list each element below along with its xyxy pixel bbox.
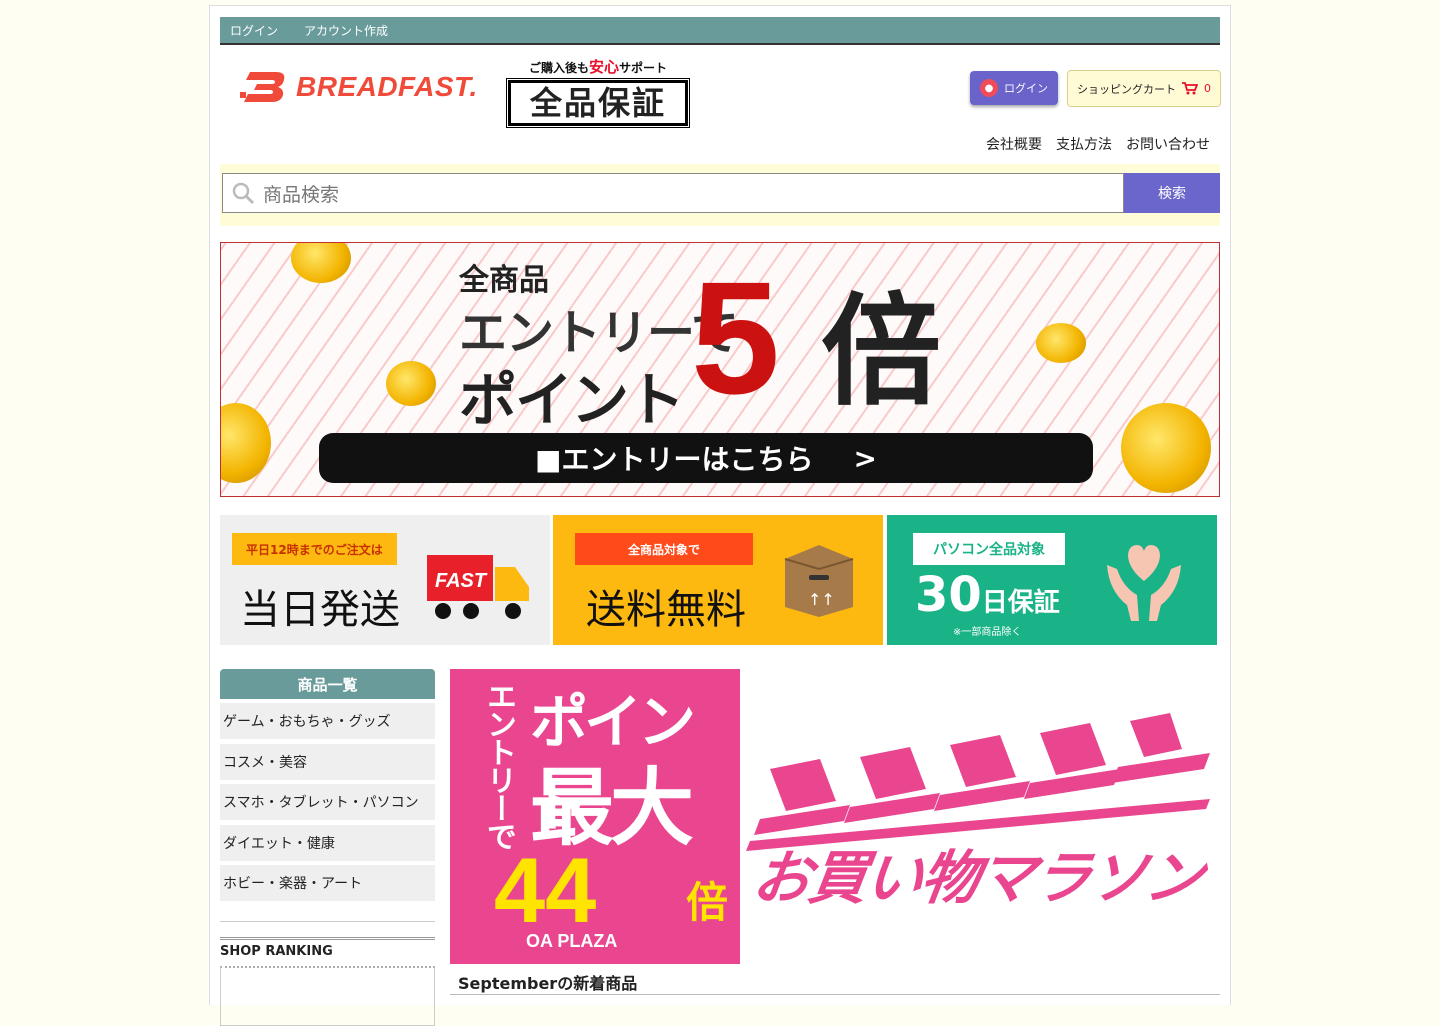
cart-icon [1182,82,1198,95]
support-text: ご購入後も安心サポート [528,58,668,76]
feature-30-day-guarantee[interactable]: パソコン全品対象 30日保証 ※一部商品除く [887,515,1217,645]
ranking-box[interactable] [220,966,435,1026]
feature-tag: 全商品対象で [575,533,753,565]
signup-link[interactable]: アカウント作成 [304,22,388,39]
feature-free-shipping[interactable]: 全商品対象で 送料無料 ↑↑ [553,515,883,645]
logo-text: BREADFAST. [296,71,478,102]
site-logo[interactable]: BREADFAST. [240,70,478,104]
new-arrivals-heading: Septemberの新着商品 [458,974,638,993]
nav-company[interactable]: 会社概要 [986,134,1042,154]
feature-same-day-shipping[interactable]: 平日12時までのご注文は 当日発送 FAST [220,515,550,645]
search-placeholder: 商品検索 [263,183,340,206]
category-heading: 商品一覧 [220,669,435,699]
promo-number: 44 [494,840,597,942]
feature-tag: 平日12時までのご注文は [232,533,397,565]
hero-number: 5 [691,248,780,427]
entry-label: ■エントリーはこちら [535,443,814,476]
lock-icon: ● [980,79,998,97]
guarantee-badge: ご購入後も安心サポート 全品保証 [506,56,690,128]
category-item-devices[interactable]: スマホ・タブレット・パソコン [220,784,435,820]
feature-title: 30日保証 [915,567,1060,623]
login-button[interactable]: ● ログイン [970,71,1058,105]
search-bar: 商品検索 検索 [220,164,1220,226]
category-item-hobby[interactable]: ホビー・楽器・アート [220,865,435,901]
cart-button[interactable]: ショッピングカート 0 [1067,70,1221,107]
category-item-games[interactable]: ゲーム・おもちゃ・グッズ [220,703,435,739]
search-input[interactable]: 商品検索 [222,173,1124,213]
top-bar: ログイン アカウント作成 [220,17,1220,45]
sub-navigation: 会社概要 支払方法 お問い合わせ [986,134,1210,154]
cart-count: 0 [1204,82,1211,95]
heart-hands-icon [1107,545,1181,621]
svg-text:↑↑: ↑↑ [808,590,835,609]
nav-contact[interactable]: お問い合わせ [1126,134,1210,154]
point-promo-banner[interactable]: エントリーで ポイント 最大 44 倍 OA PLAZA [450,669,740,964]
svg-text:FAST: FAST [435,570,488,592]
promo-vertical-text: エントリーで [481,681,516,849]
hero-banner[interactable]: 全商品 エントリーで ポイント 5 倍 ■エントリーはこちら > [220,242,1220,497]
page-container: ログイン アカウント作成 BREADFAST. ご購入後も安心サポート 全品保証… [209,5,1231,1026]
login-button-label: ログイン [1004,82,1048,95]
logo-mark-icon [240,72,285,102]
news-divider [450,994,1220,995]
entry-button[interactable]: ■エントリーはこちら > [319,433,1093,483]
guarantee-label: 全品保証 [506,78,690,128]
coin-icon [1036,323,1086,363]
nav-payment[interactable]: 支払方法 [1056,134,1112,154]
feature-note: ※一部商品除く [953,627,1022,638]
coin-icon [1121,403,1211,493]
feature-title: 送料無料 [586,587,746,633]
search-icon [232,182,255,205]
entry-arrow-icon: > [853,441,877,475]
marathon-title: お買い物マラソン [748,844,1207,912]
coin-icon [386,361,436,406]
promo-suffix: 倍 [686,878,729,927]
hero-suffix: 倍 [821,283,941,422]
box-icon: ↑↑ [784,545,854,617]
search-button[interactable]: 検索 [1124,173,1220,213]
feature-tag: パソコン全品対象 [913,533,1065,565]
category-item-cosmetics[interactable]: コスメ・美容 [220,743,435,780]
category-item-health[interactable]: ダイエット・健康 [220,824,435,861]
category-list: ゲーム・おもちゃ・グッズ コスメ・美容 スマホ・タブレット・パソコン ダイエット… [220,703,435,906]
promo-brand: OA PLAZA [526,931,618,951]
sidebar-divider [220,921,435,922]
feature-title: 当日発送 [240,587,400,633]
hero-line3: ポイント [459,366,685,434]
ranking-heading: SHOP RANKING [220,937,435,959]
truck-icon: FAST [427,555,529,619]
login-link[interactable]: ログイン [230,22,278,39]
cart-label: ショッピングカート [1077,82,1176,96]
marathon-banner[interactable]: お買い物マラソン [740,669,1220,964]
